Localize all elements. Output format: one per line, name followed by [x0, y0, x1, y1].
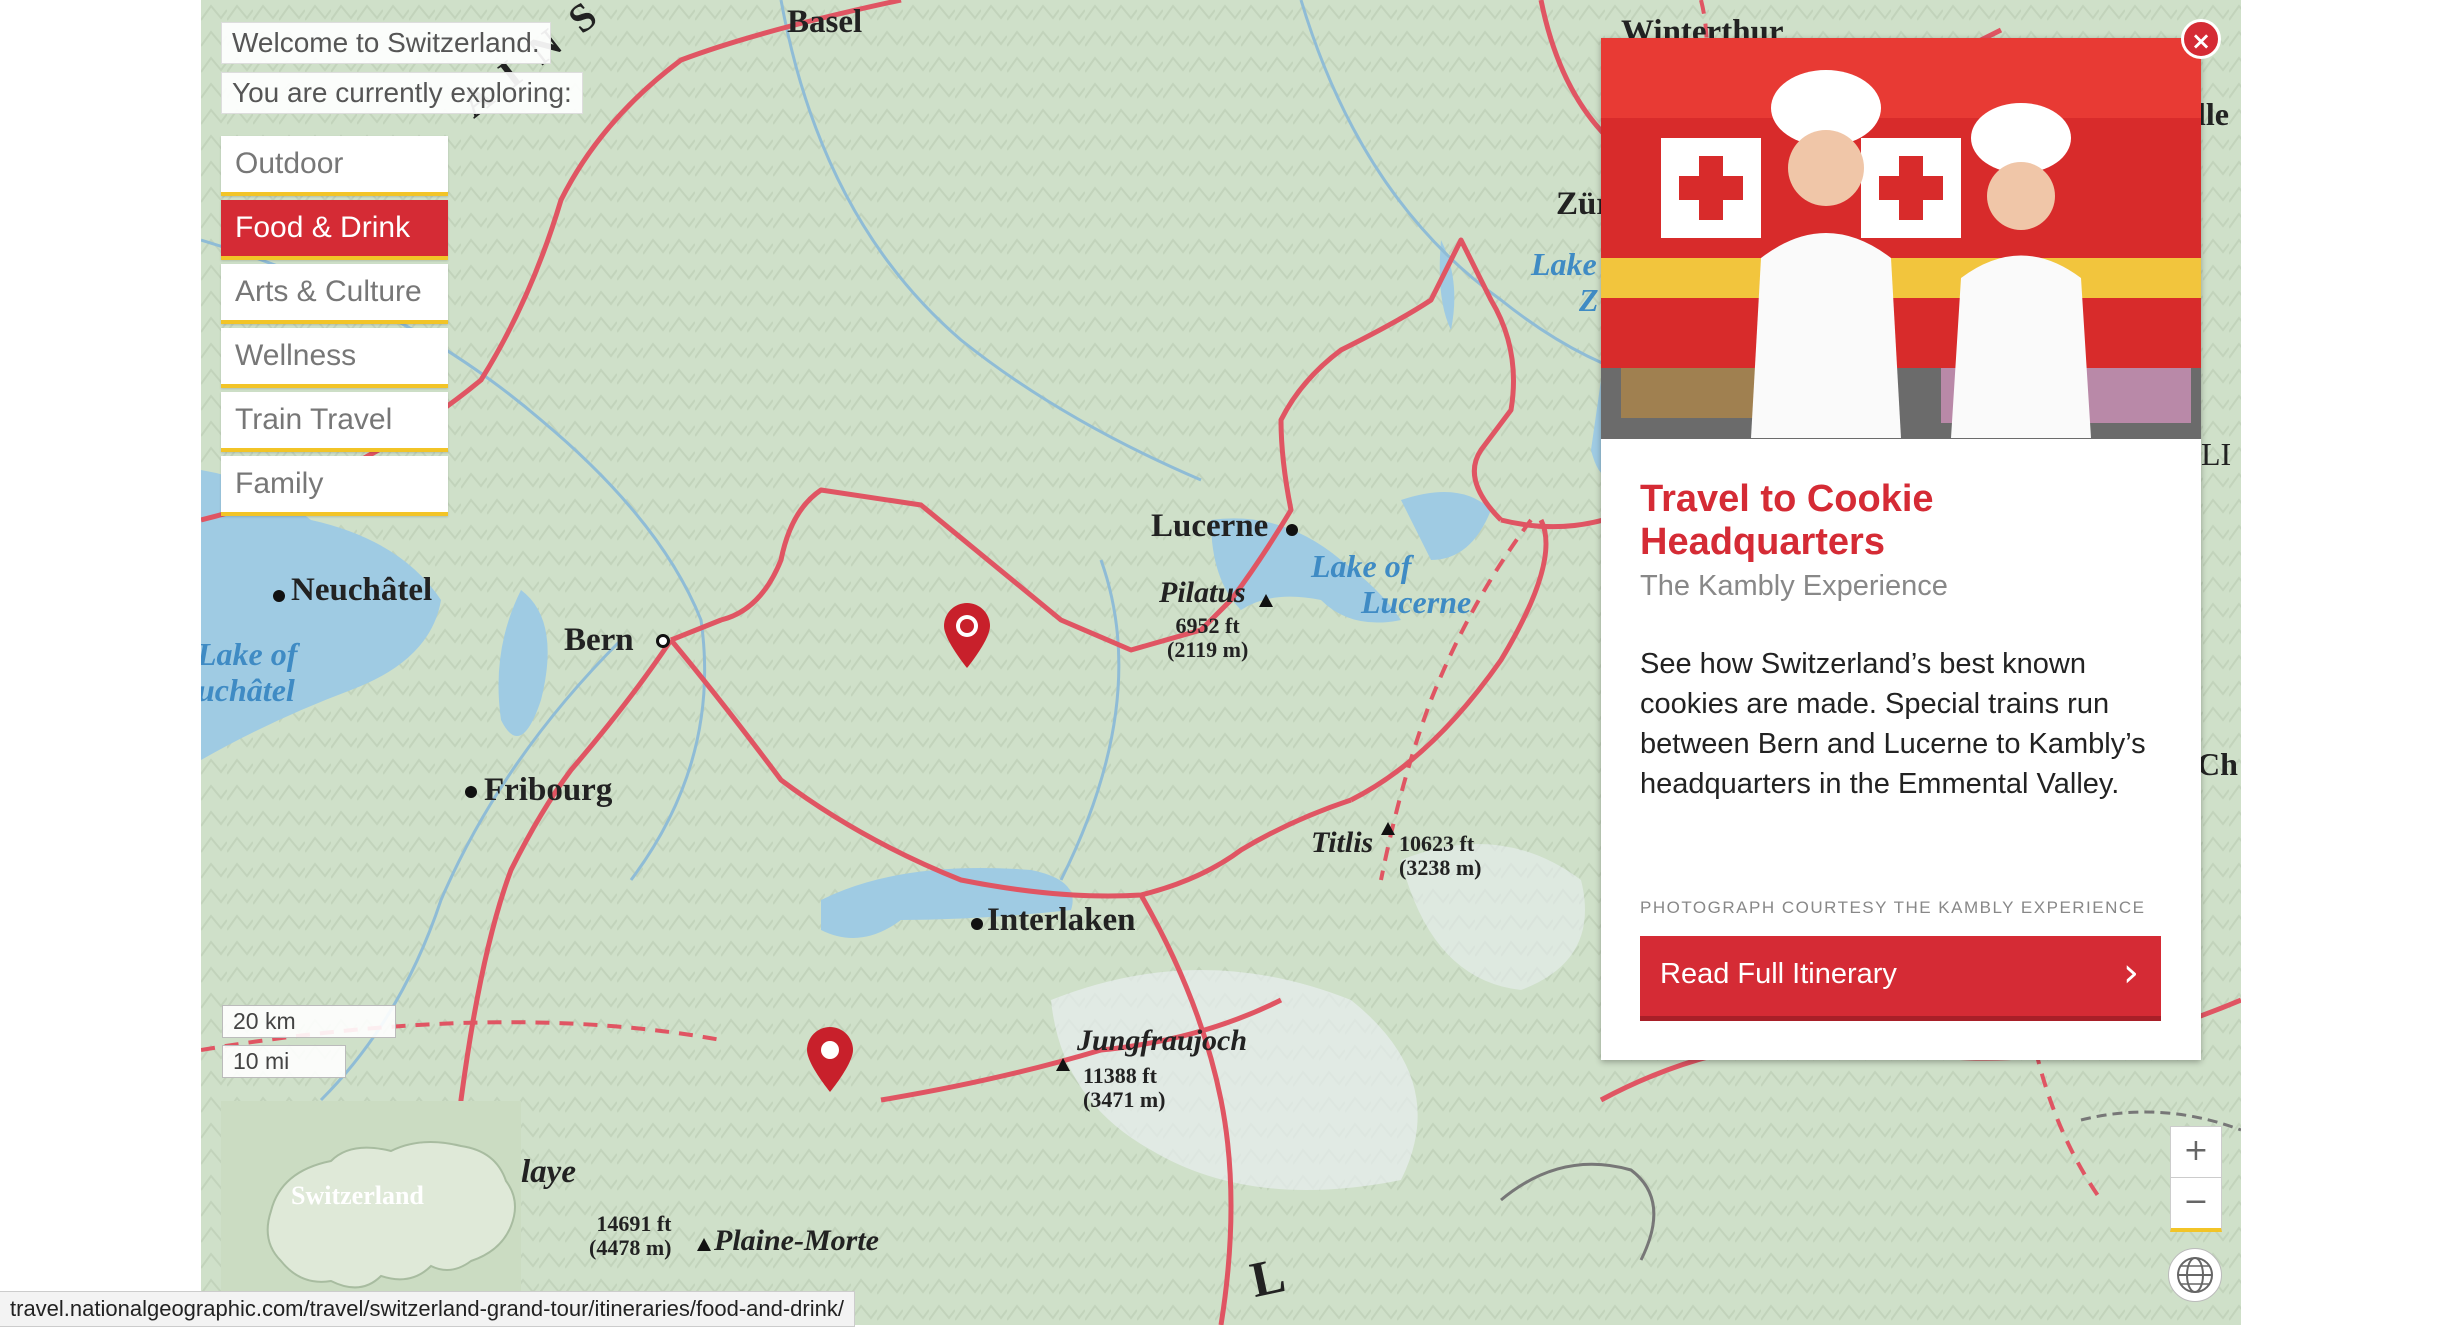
category-outdoor[interactable]: Outdoor	[221, 136, 448, 196]
plainemorte-ft: 14691 ft	[596, 1211, 672, 1236]
peak-icon-jungfraujoch	[1056, 1058, 1070, 1071]
close-icon[interactable]: ×	[2181, 19, 2221, 59]
lake-lucerne-line2: Lucerne	[1361, 584, 1472, 620]
panel-body: See how Switzerland’s best known cookies…	[1640, 648, 2146, 800]
elevation-pilatus: 6952 ft (2119 m)	[1167, 614, 1248, 662]
globe-icon-svg	[2177, 1257, 2213, 1293]
pilatus-ft: 6952 ft	[1175, 613, 1240, 638]
city-dot-lucerne	[1286, 524, 1298, 536]
read-full-itinerary-button[interactable]: Read Full Itinerary ›	[1640, 936, 2161, 1021]
label-right-partial-3: Ch	[2197, 746, 2238, 782]
category-food-drink[interactable]: Food & Drink	[221, 200, 448, 260]
label-aye-partial: laye	[521, 1154, 576, 1190]
photo-credit: PHOTOGRAPH COURTESY THE KAMBLY EXPERIENC…	[1640, 898, 2146, 917]
map-marker-kambly[interactable]	[942, 602, 992, 670]
label-plaine-morte: Plaine-Morte	[714, 1224, 879, 1257]
city-dot-interlaken	[971, 918, 983, 930]
category-wellness[interactable]: Wellness	[221, 328, 448, 388]
exploring-text: You are currently exploring:	[221, 72, 583, 114]
capital-star-icon	[656, 634, 670, 648]
label-basel: Basel	[787, 4, 863, 40]
lake-zurich-line2: Z	[1579, 282, 1599, 318]
peak-icon-pilatus	[1259, 594, 1273, 607]
globe-icon[interactable]	[2168, 1248, 2222, 1302]
pilatus-m: (2119 m)	[1167, 637, 1249, 662]
read-full-itinerary-label: Read Full Itinerary	[1660, 958, 1897, 990]
label-neuchatel: Neuchâtel	[291, 572, 433, 608]
lake-lucerne-line1: Lake of	[1311, 548, 1412, 584]
jungfraujoch-m: (3471 m)	[1083, 1087, 1166, 1112]
label-interlaken: Interlaken	[987, 902, 1136, 938]
label-lake-lucerne: Lake of Lucerne	[1311, 548, 1471, 620]
label-lucerne: Lucerne	[1151, 508, 1269, 544]
info-panel: Travel to Cookie Headquarters The Kambly…	[1601, 38, 2201, 1060]
peak-icon-titlis	[1381, 822, 1395, 835]
scale-mi: 10 mi	[222, 1045, 346, 1078]
jungfraujoch-ft: 11388 ft	[1083, 1063, 1157, 1088]
chevron-right-icon: ›	[2123, 950, 2139, 996]
label-fribourg: Fribourg	[484, 772, 613, 808]
zoom-in-button[interactable]: +	[2170, 1126, 2222, 1178]
category-arts-culture[interactable]: Arts & Culture	[221, 264, 448, 324]
plainemorte-m: (4478 m)	[589, 1235, 672, 1260]
welcome-text: Welcome to Switzerland.	[221, 22, 551, 64]
panel-title: Travel to Cookie Headquarters	[1640, 478, 1934, 563]
map-marker[interactable]	[805, 1026, 855, 1094]
titlis-m: (3238 m)	[1399, 855, 1482, 880]
label-pilatus: Pilatus	[1159, 576, 1246, 609]
zoom-out-button[interactable]: −	[2170, 1177, 2222, 1232]
titlis-ft: 10623 ft	[1399, 831, 1475, 856]
label-bern: Bern	[564, 622, 634, 658]
label-right-partial-1: lle	[2197, 96, 2229, 132]
kambly-photo	[1601, 38, 2201, 439]
scale-km: 20 km	[222, 1005, 396, 1038]
category-family[interactable]: Family	[221, 456, 448, 516]
elevation-jungfraujoch: 11388 ft (3471 m)	[1083, 1064, 1165, 1112]
label-right-partial-2: LI	[2201, 436, 2232, 472]
label-lake-neuchatel: Lake of uchâtel	[201, 636, 297, 708]
category-menu: Outdoor Food & Drink Arts & Culture Wellnes…	[221, 136, 448, 520]
minimap-label: Switzerland	[291, 1181, 424, 1210]
lake-neuchatel-line1: Lake of	[201, 636, 298, 672]
city-dot-fribourg	[465, 786, 477, 798]
lake-neuchatel-line2: uchâtel	[201, 672, 295, 708]
label-jungfraujoch: Jungfraujoch	[1077, 1024, 1248, 1057]
elevation-titlis: 10623 ft (3238 m)	[1399, 832, 1481, 880]
peak-icon-plaine-morte	[697, 1238, 711, 1251]
photo-illustration	[1601, 38, 2201, 439]
city-dot-neuchatel	[273, 590, 285, 602]
label-lake-zurich: Lake Z	[1531, 246, 1599, 318]
panel-subtitle: The Kambly Experience	[1640, 570, 1948, 602]
status-bar-url: travel.nationalgeographic.com/travel/swi…	[0, 1291, 855, 1327]
label-titlis: Titlis	[1311, 826, 1374, 859]
lake-zurich-line1: Lake	[1531, 246, 1597, 282]
category-train-travel[interactable]: Train Travel	[221, 392, 448, 452]
elevation-plaine-morte: 14691 ft (4478 m)	[589, 1212, 671, 1260]
